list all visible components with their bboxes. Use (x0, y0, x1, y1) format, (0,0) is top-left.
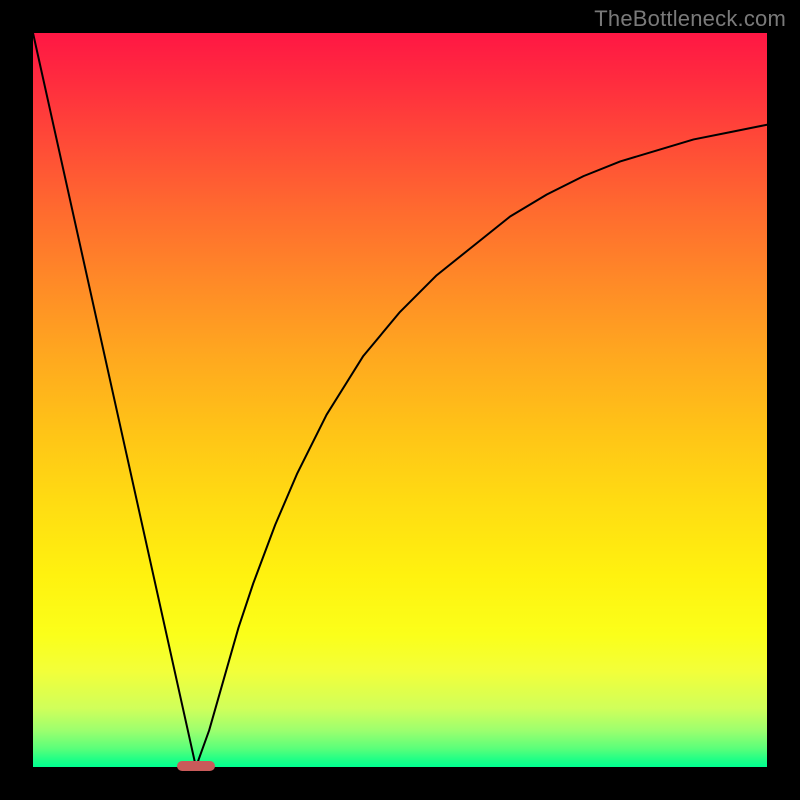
plot-area (33, 33, 767, 767)
chart-frame: TheBottleneck.com (0, 0, 800, 800)
optimum-marker (177, 761, 215, 771)
watermark-text: TheBottleneck.com (594, 6, 786, 32)
curve-path (33, 33, 767, 767)
curve-layer (33, 33, 767, 767)
